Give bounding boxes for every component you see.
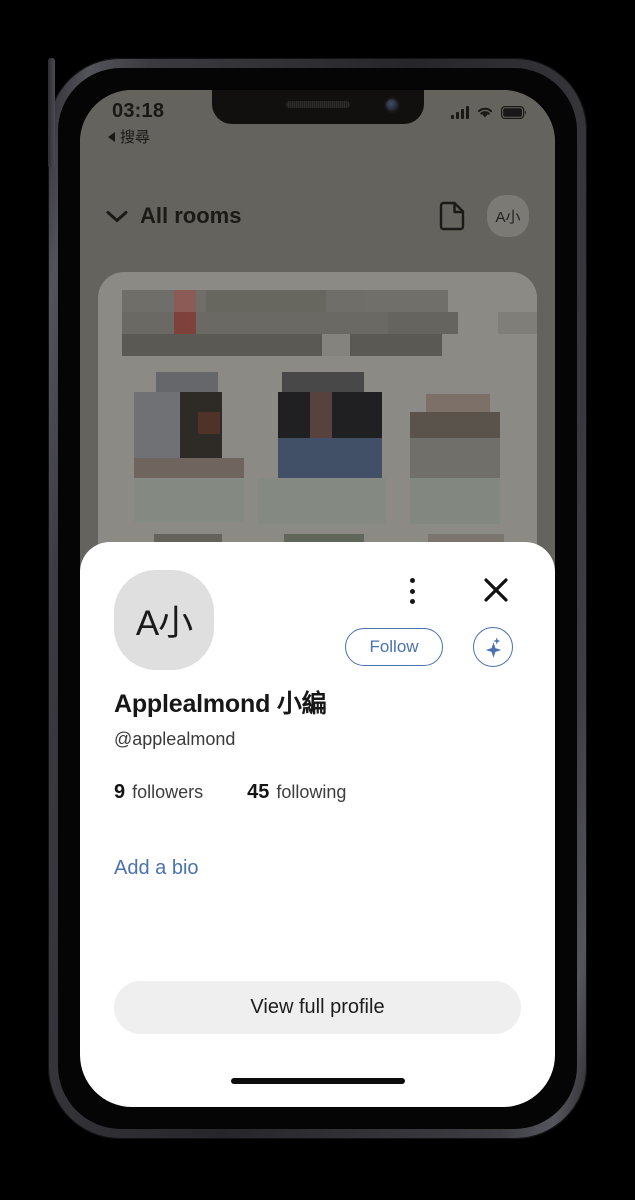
profile-handle: @applealmond [114, 729, 236, 749]
more-vertical-icon[interactable] [398, 575, 426, 607]
close-icon[interactable] [479, 573, 513, 607]
followers-label: followers [132, 782, 204, 802]
add-bio-link[interactable]: Add a bio [114, 857, 199, 880]
home-indicator[interactable] [230, 1078, 405, 1084]
view-full-profile-button[interactable]: View full profile [114, 981, 521, 1034]
phone-screen: 03:18 搜尋 All rooms A小 A小 Follow Applealm… [80, 90, 555, 1107]
sparkle-icon[interactable] [473, 627, 513, 667]
following-stat[interactable]: 45 following [247, 781, 346, 804]
phone-bezel: 03:18 搜尋 All rooms A小 A小 Follow Applealm… [58, 68, 577, 1129]
following-label: following [276, 782, 347, 802]
profile-name: Applealmond 小編 [114, 690, 327, 718]
following-count: 45 [247, 781, 270, 803]
profile-avatar[interactable]: A小 [114, 570, 214, 670]
profile-bottom-sheet: A小 Follow Applealmond 小編 @applealmond 9 … [80, 542, 555, 1107]
follow-button[interactable]: Follow [345, 628, 443, 666]
profile-stats: 9 followers 45 following [114, 781, 521, 804]
followers-count: 9 [114, 781, 126, 803]
phone-frame: 03:18 搜尋 All rooms A小 A小 Follow Applealm… [48, 58, 587, 1139]
power-button[interactable] [48, 58, 55, 168]
followers-stat[interactable]: 9 followers [114, 781, 203, 804]
